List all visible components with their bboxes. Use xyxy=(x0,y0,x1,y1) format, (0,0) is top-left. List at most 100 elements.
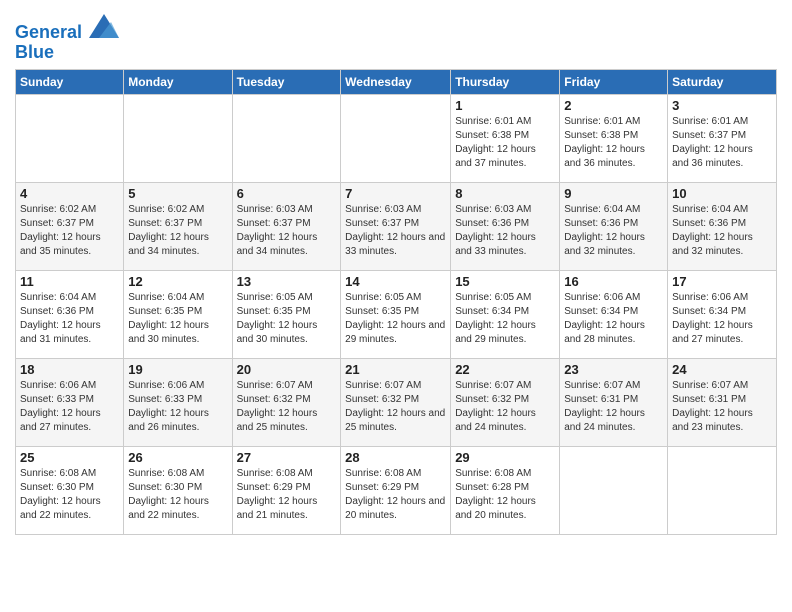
day-info: Sunrise: 6:05 AM Sunset: 6:35 PM Dayligh… xyxy=(345,291,446,347)
calendar-cell: 27Sunrise: 6:08 AM Sunset: 6:29 PM Dayli… xyxy=(232,446,341,534)
day-number: 12 xyxy=(128,274,227,289)
day-info: Sunrise: 6:06 AM Sunset: 6:34 PM Dayligh… xyxy=(564,291,663,347)
day-number: 7 xyxy=(345,186,446,201)
logo-icon xyxy=(89,14,119,38)
day-info: Sunrise: 6:06 AM Sunset: 6:33 PM Dayligh… xyxy=(20,379,119,435)
day-info: Sunrise: 6:04 AM Sunset: 6:35 PM Dayligh… xyxy=(128,291,227,347)
day-number: 6 xyxy=(237,186,337,201)
logo: General Blue xyxy=(15,14,119,63)
page-header: General Blue xyxy=(15,10,777,63)
calendar-cell: 18 Sunrise: 6:06 AM Sunset: 6:33 PM Dayli… xyxy=(16,358,124,446)
day-number: 26 xyxy=(128,450,227,465)
calendar-cell: 22 Sunrise: 6:07 AM Sunset: 6:32 PM Dayli… xyxy=(451,358,560,446)
day-number: 5 xyxy=(128,186,227,201)
calendar-body: 1 Sunrise: 6:01 AM Sunset: 6:38 PM Daylig… xyxy=(16,94,777,534)
day-info: Sunrise: 6:01 AM Sunset: 6:38 PM Dayligh… xyxy=(564,115,663,171)
day-info: Sunrise: 6:01 AM Sunset: 6:38 PM Dayligh… xyxy=(455,115,555,171)
day-number: 25 xyxy=(20,450,119,465)
day-number: 4 xyxy=(20,186,119,201)
calendar-cell: 23 Sunrise: 6:07 AM Sunset: 6:31 PM Dayli… xyxy=(560,358,668,446)
calendar-cell: 19 Sunrise: 6:06 AM Sunset: 6:33 PM Dayli… xyxy=(124,358,232,446)
day-number: 20 xyxy=(237,362,337,377)
day-number: 24 xyxy=(672,362,772,377)
calendar-cell: 8 Sunrise: 6:03 AM Sunset: 6:36 PM Daylig… xyxy=(451,182,560,270)
day-number: 1 xyxy=(455,98,555,113)
day-info: Sunrise: 6:05 AM Sunset: 6:34 PM Dayligh… xyxy=(455,291,555,347)
calendar-cell: 25 Sunrise: 6:08 AM Sunset: 6:30 PM Dayli… xyxy=(16,446,124,534)
day-number: 16 xyxy=(564,274,663,289)
day-number: 21 xyxy=(345,362,446,377)
day-number: 2 xyxy=(564,98,663,113)
calendar-cell xyxy=(124,94,232,182)
calendar-week-5: 25 Sunrise: 6:08 AM Sunset: 6:30 PM Dayli… xyxy=(16,446,777,534)
calendar-cell: 24 Sunrise: 6:07 AM Sunset: 6:31 PM Dayli… xyxy=(668,358,777,446)
day-info: Sunrise: 6:04 AM Sunset: 6:36 PM Dayligh… xyxy=(672,203,772,259)
day-header-friday: Friday xyxy=(560,69,668,94)
day-info: Sunrise: 6:06 AM Sunset: 6:34 PM Dayligh… xyxy=(672,291,772,347)
day-number: 13 xyxy=(237,274,337,289)
calendar-cell: 3 Sunrise: 6:01 AM Sunset: 6:37 PM Daylig… xyxy=(668,94,777,182)
day-number: 23 xyxy=(564,362,663,377)
day-info: Sunrise: 6:02 AM Sunset: 6:37 PM Dayligh… xyxy=(128,203,227,259)
calendar-cell xyxy=(668,446,777,534)
day-info: Sunrise: 6:08 AM Sunset: 6:29 PM Dayligh… xyxy=(237,467,337,523)
calendar-cell: 6 Sunrise: 6:03 AM Sunset: 6:37 PM Daylig… xyxy=(232,182,341,270)
day-info: Sunrise: 6:08 AM Sunset: 6:28 PM Dayligh… xyxy=(455,467,555,523)
calendar-cell: 16 Sunrise: 6:06 AM Sunset: 6:34 PM Dayli… xyxy=(560,270,668,358)
calendar-cell: 9 Sunrise: 6:04 AM Sunset: 6:36 PM Daylig… xyxy=(560,182,668,270)
calendar-cell: 7Sunrise: 6:03 AM Sunset: 6:37 PM Daylig… xyxy=(341,182,451,270)
calendar-header: SundayMondayTuesdayWednesdayThursdayFrid… xyxy=(16,69,777,94)
day-header-monday: Monday xyxy=(124,69,232,94)
day-info: Sunrise: 6:02 AM Sunset: 6:37 PM Dayligh… xyxy=(20,203,119,259)
calendar-cell xyxy=(232,94,341,182)
day-info: Sunrise: 6:05 AM Sunset: 6:35 PM Dayligh… xyxy=(237,291,337,347)
day-number: 22 xyxy=(455,362,555,377)
day-info: Sunrise: 6:07 AM Sunset: 6:32 PM Dayligh… xyxy=(345,379,446,435)
day-number: 28 xyxy=(345,450,446,465)
day-info: Sunrise: 6:03 AM Sunset: 6:36 PM Dayligh… xyxy=(455,203,555,259)
calendar-cell: 5 Sunrise: 6:02 AM Sunset: 6:37 PM Daylig… xyxy=(124,182,232,270)
day-info: Sunrise: 6:04 AM Sunset: 6:36 PM Dayligh… xyxy=(564,203,663,259)
calendar-cell: 12 Sunrise: 6:04 AM Sunset: 6:35 PM Dayli… xyxy=(124,270,232,358)
day-header-sunday: Sunday xyxy=(16,69,124,94)
calendar-cell: 10 Sunrise: 6:04 AM Sunset: 6:36 PM Dayli… xyxy=(668,182,777,270)
day-header-wednesday: Wednesday xyxy=(341,69,451,94)
day-header-saturday: Saturday xyxy=(668,69,777,94)
day-number: 9 xyxy=(564,186,663,201)
calendar-week-1: 1 Sunrise: 6:01 AM Sunset: 6:38 PM Daylig… xyxy=(16,94,777,182)
logo-text: General xyxy=(15,14,119,43)
calendar-cell xyxy=(16,94,124,182)
day-info: Sunrise: 6:03 AM Sunset: 6:37 PM Dayligh… xyxy=(237,203,337,259)
day-info: Sunrise: 6:01 AM Sunset: 6:37 PM Dayligh… xyxy=(672,115,772,171)
calendar-cell: 21 Sunrise: 6:07 AM Sunset: 6:32 PM Dayli… xyxy=(341,358,451,446)
calendar-cell: 2 Sunrise: 6:01 AM Sunset: 6:38 PM Daylig… xyxy=(560,94,668,182)
day-info: Sunrise: 6:07 AM Sunset: 6:31 PM Dayligh… xyxy=(672,379,772,435)
calendar-week-3: 11Sunrise: 6:04 AM Sunset: 6:36 PM Dayli… xyxy=(16,270,777,358)
day-header-thursday: Thursday xyxy=(451,69,560,94)
day-info: Sunrise: 6:08 AM Sunset: 6:30 PM Dayligh… xyxy=(20,467,119,523)
calendar-cell: 11Sunrise: 6:04 AM Sunset: 6:36 PM Dayli… xyxy=(16,270,124,358)
calendar-cell: 15 Sunrise: 6:05 AM Sunset: 6:34 PM Dayli… xyxy=(451,270,560,358)
calendar-cell: 13 Sunrise: 6:05 AM Sunset: 6:35 PM Dayli… xyxy=(232,270,341,358)
day-info: Sunrise: 6:08 AM Sunset: 6:30 PM Dayligh… xyxy=(128,467,227,523)
day-number: 19 xyxy=(128,362,227,377)
day-number: 8 xyxy=(455,186,555,201)
day-number: 18 xyxy=(20,362,119,377)
calendar-table: SundayMondayTuesdayWednesdayThursdayFrid… xyxy=(15,69,777,535)
day-info: Sunrise: 6:07 AM Sunset: 6:31 PM Dayligh… xyxy=(564,379,663,435)
day-number: 3 xyxy=(672,98,772,113)
day-number: 17 xyxy=(672,274,772,289)
day-number: 29 xyxy=(455,450,555,465)
calendar-cell xyxy=(341,94,451,182)
calendar-cell: 20 Sunrise: 6:07 AM Sunset: 6:32 PM Dayli… xyxy=(232,358,341,446)
day-number: 10 xyxy=(672,186,772,201)
day-info: Sunrise: 6:06 AM Sunset: 6:33 PM Dayligh… xyxy=(128,379,227,435)
calendar-week-2: 4 Sunrise: 6:02 AM Sunset: 6:37 PM Daylig… xyxy=(16,182,777,270)
day-info: Sunrise: 6:08 AM Sunset: 6:29 PM Dayligh… xyxy=(345,467,446,523)
calendar-cell: 14Sunrise: 6:05 AM Sunset: 6:35 PM Dayli… xyxy=(341,270,451,358)
calendar-cell xyxy=(560,446,668,534)
day-info: Sunrise: 6:07 AM Sunset: 6:32 PM Dayligh… xyxy=(237,379,337,435)
day-info: Sunrise: 6:07 AM Sunset: 6:32 PM Dayligh… xyxy=(455,379,555,435)
day-number: 15 xyxy=(455,274,555,289)
day-number: 11 xyxy=(20,274,119,289)
